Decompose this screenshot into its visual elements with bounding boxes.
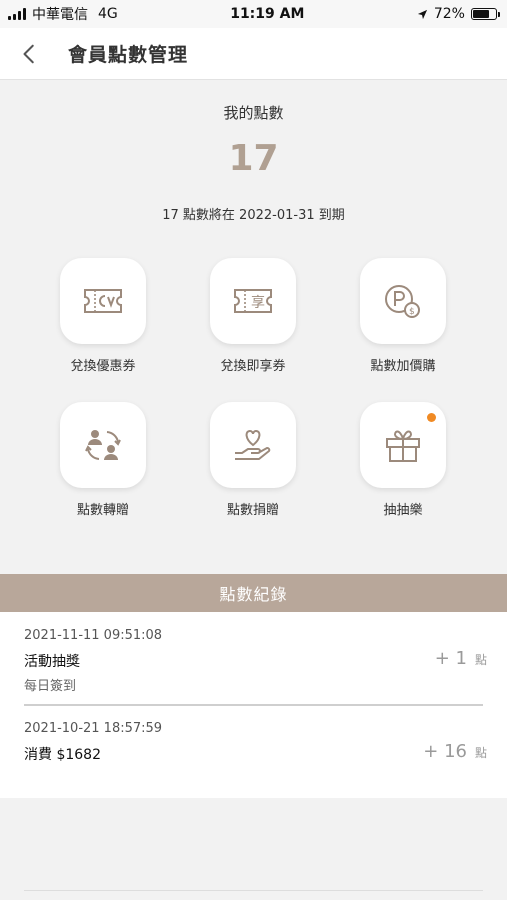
record-title: 消費 $1682 — [24, 747, 101, 763]
record-title: 活動抽獎 — [24, 654, 80, 670]
records-list: 2021-11-11 09:51:08 活動抽獎 每日簽到 + 1 點 2021… — [0, 612, 507, 798]
points-expiry: 17 點數將在 2022-01-31 到期 — [162, 208, 345, 223]
status-time: 11:19 AM — [230, 6, 305, 22]
svg-text:$: $ — [409, 307, 415, 317]
battery-fill — [472, 10, 489, 18]
chevron-left-icon — [23, 44, 34, 63]
coupon-icon — [84, 289, 122, 313]
points-coin-icon: $ — [385, 285, 420, 318]
svg-text:享: 享 — [251, 294, 265, 311]
action-label: 點數轉贈 — [76, 503, 129, 518]
battery-icon — [470, 8, 500, 20]
donate-heart-icon — [235, 429, 271, 460]
bottom-divider — [24, 890, 483, 891]
status-bar: 中華電信 4G 11:19 AM 72% — [0, 0, 507, 28]
record-row[interactable]: 2021-10-21 18:57:59 消費 $1682 + 16 點 — [0, 705, 507, 798]
action-button[interactable] — [60, 402, 146, 488]
action-label: 點數捐贈 — [226, 503, 279, 518]
action-label: 抽抽樂 — [383, 503, 423, 518]
record-amount: + 1 — [434, 648, 467, 669]
records-header: 點數紀錄 — [0, 574, 507, 612]
points-value: 17 — [228, 138, 279, 179]
record-subtitle: 每日簽到 — [24, 679, 77, 694]
action-label: 兌換優惠券 — [70, 359, 136, 374]
status-left: 中華電信 4G — [8, 4, 118, 24]
record-row[interactable]: 2021-11-11 09:51:08 活動抽獎 每日簽到 + 1 點 — [0, 612, 507, 706]
page-title: 會員點數管理 — [68, 44, 189, 66]
action-button[interactable]: $ — [360, 258, 446, 344]
transfer-users-icon — [85, 430, 121, 460]
action-button[interactable] — [210, 402, 296, 488]
record-time: 2021-10-21 18:57:59 — [24, 721, 163, 736]
action-transfer-points[interactable]: 點數轉贈 — [38, 402, 168, 518]
notification-dot — [427, 413, 436, 422]
record-unit: 點 — [474, 746, 487, 760]
gift-box-icon — [386, 430, 420, 462]
carrier-name: 中華電信 — [32, 7, 88, 23]
record-points: + 1 點 — [435, 648, 487, 669]
nav-bar: 會員點數管理 — [0, 28, 507, 80]
action-button[interactable] — [360, 402, 446, 488]
record-time: 2021-11-11 09:51:08 — [24, 628, 163, 643]
back-button[interactable] — [0, 28, 60, 80]
action-lucky-draw[interactable]: 抽抽樂 — [338, 402, 468, 518]
action-label: 點數加價購 — [370, 359, 436, 374]
instant-coupon-icon: 享 — [234, 289, 272, 313]
battery-percent: 72% — [433, 6, 465, 22]
status-right: 72% — [417, 6, 500, 22]
record-amount: + 16 — [423, 741, 467, 762]
action-label: 兌換即享券 — [220, 359, 286, 374]
action-points-purchase[interactable]: $ 點數加價購 — [338, 258, 468, 374]
action-donate-points[interactable]: 點數捐贈 — [188, 402, 318, 518]
network-type: 4G — [98, 6, 118, 22]
action-button[interactable] — [60, 258, 146, 344]
signal-icon — [8, 8, 26, 20]
record-unit: 點 — [474, 653, 487, 667]
action-button[interactable]: 享 — [210, 258, 296, 344]
action-redeem-instant-coupon[interactable]: 享 兌換即享券 — [188, 258, 318, 374]
record-points: + 16 點 — [423, 741, 487, 762]
points-label: 我的點數 — [223, 104, 284, 122]
points-summary: 我的點數 17 17 點數將在 2022-01-31 到期 — [0, 80, 507, 240]
location-arrow-icon — [417, 9, 427, 19]
action-redeem-coupon[interactable]: 兌換優惠券 — [38, 258, 168, 374]
